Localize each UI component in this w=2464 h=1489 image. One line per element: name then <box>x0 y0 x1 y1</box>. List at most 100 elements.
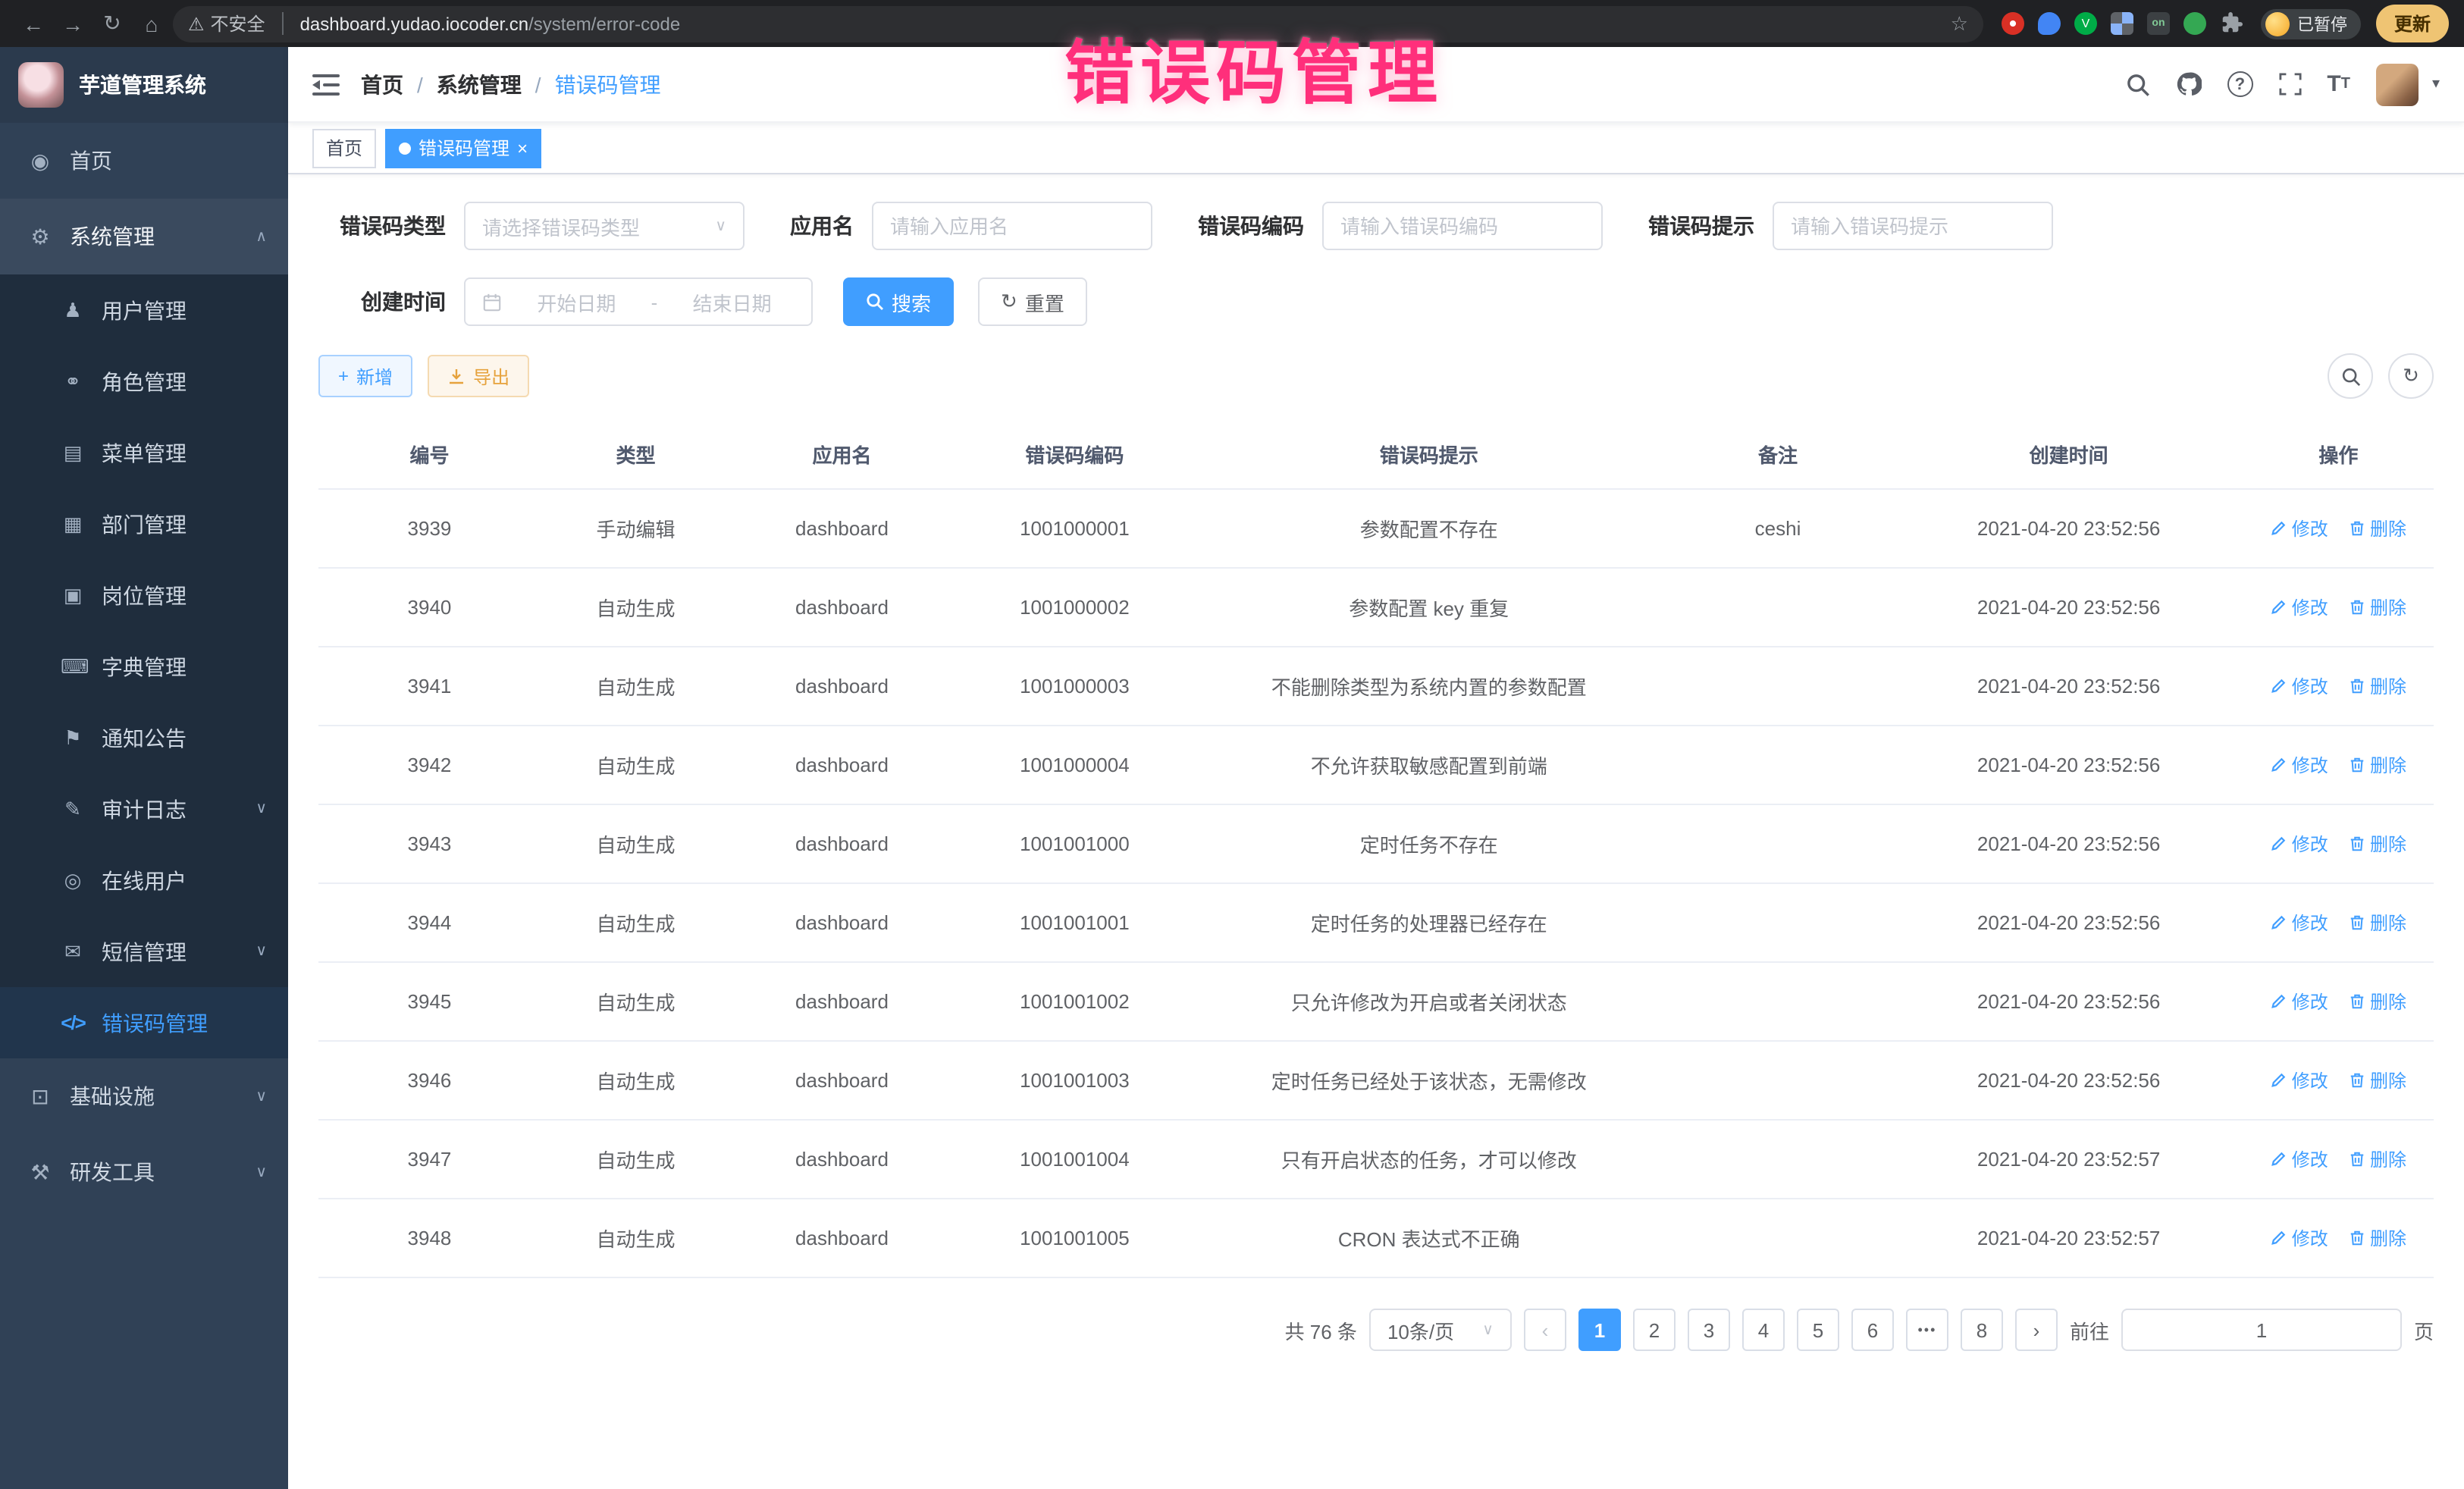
browser-forward-button[interactable]: → <box>55 7 91 40</box>
edit-link[interactable]: 修改 <box>2271 910 2328 936</box>
edit-link[interactable]: 修改 <box>2271 1067 2328 1093</box>
edit-link[interactable]: 修改 <box>2271 673 2328 699</box>
browser-back-button[interactable]: ← <box>15 7 52 40</box>
github-icon[interactable] <box>2175 71 2201 97</box>
delete-link[interactable]: 删除 <box>2349 752 2406 778</box>
sidebar-item-infrastructure[interactable]: ⊡ 基础设施 ∨ <box>0 1058 288 1134</box>
breadcrumb-item-home[interactable]: 首页 <box>361 69 403 99</box>
tab-error-code[interactable]: 错误码管理 × <box>385 128 541 168</box>
table-row: 3943 自动生成 dashboard 1001001000 定时任务不存在 2… <box>318 804 2434 883</box>
error-message-input[interactable] <box>1773 202 2053 250</box>
edit-link-label: 修改 <box>2292 673 2328 699</box>
create-time-label: 创建时间 <box>318 287 446 317</box>
cell-code: 1001001002 <box>953 962 1196 1041</box>
delete-link[interactable]: 删除 <box>2349 910 2406 936</box>
sidebar-item-system[interactable]: ⚙ 系统管理 ∧ <box>0 199 288 274</box>
page-size-select[interactable]: 10条/页 ∨ <box>1369 1309 1512 1351</box>
add-button[interactable]: + 新增 <box>318 355 412 397</box>
fullscreen-icon[interactable] <box>2278 73 2301 96</box>
date-range-picker[interactable]: 开始日期 - 结束日期 <box>464 277 813 326</box>
delete-link[interactable]: 删除 <box>2349 673 2406 699</box>
page-button-2[interactable]: 2 <box>1633 1309 1676 1351</box>
page-button-3[interactable]: 3 <box>1688 1309 1730 1351</box>
error-type-select[interactable]: 请选择错误码类型 ∨ <box>464 202 745 250</box>
close-icon[interactable]: × <box>517 139 528 157</box>
start-date-input[interactable]: 开始日期 <box>514 287 639 316</box>
delete-link[interactable]: 删除 <box>2349 1225 2406 1251</box>
edit-link[interactable]: 修改 <box>2271 989 2328 1014</box>
edit-link-label: 修改 <box>2292 1225 2328 1251</box>
reset-button[interactable]: ↻ 重置 <box>978 277 1087 326</box>
edit-link[interactable]: 修改 <box>2271 752 2328 778</box>
security-status[interactable]: ⚠ 不安全 <box>188 11 265 36</box>
font-size-icon[interactable]: TT <box>2327 71 2350 97</box>
sidebar-item-announcements[interactable]: ⚑ 通知公告 <box>0 702 288 773</box>
page-ellipsis-button[interactable]: ••• <box>1906 1309 1948 1351</box>
extension-icon-leaf[interactable] <box>2183 12 2206 35</box>
table-row: 3945 自动生成 dashboard 1001001002 只允许修改为开启或… <box>318 962 2434 1041</box>
sidebar-collapse-icon[interactable] <box>312 72 340 96</box>
page-button-1[interactable]: 1 <box>1578 1309 1621 1351</box>
sidebar-item-users[interactable]: ♟ 用户管理 <box>0 274 288 346</box>
sidebar-item-audit-log[interactable]: ✎ 审计日志 ∨ <box>0 773 288 845</box>
extension-icon-on[interactable]: on <box>2147 12 2170 35</box>
page-button-8[interactable]: 8 <box>1961 1309 2003 1351</box>
bookmark-star-icon[interactable]: ☆ <box>1951 11 1968 36</box>
search-button[interactable]: 搜索 <box>843 277 954 326</box>
export-button[interactable]: 导出 <box>428 355 529 397</box>
edit-link[interactable]: 修改 <box>2271 1146 2328 1172</box>
error-code-input[interactable] <box>1322 202 1603 250</box>
delete-link[interactable]: 删除 <box>2349 989 2406 1014</box>
search-icon[interactable] <box>2125 72 2149 96</box>
url-text[interactable]: dashboard.yudao.iocoder.cn/system/error-… <box>300 13 681 34</box>
toggle-search-button[interactable] <box>2328 353 2373 399</box>
refresh-table-button[interactable]: ↻ <box>2388 353 2434 399</box>
sidebar-item-menus[interactable]: ▤ 菜单管理 <box>0 417 288 488</box>
extension-icon-red[interactable] <box>2002 12 2024 35</box>
browser-profile-chip[interactable]: 已暂停 <box>2261 8 2361 39</box>
table-row: 3939 手动编辑 dashboard 1001000001 参数配置不存在 c… <box>318 489 2434 568</box>
browser-update-button[interactable]: 更新 <box>2376 5 2449 42</box>
extension-icon-check[interactable]: V <box>2074 12 2097 35</box>
sidebar-item-dev-tools[interactable]: ⚒ 研发工具 ∨ <box>0 1134 288 1210</box>
edit-link[interactable]: 修改 <box>2271 831 2328 857</box>
page-button-5[interactable]: 5 <box>1797 1309 1839 1351</box>
extension-icon-drop[interactable] <box>2038 12 2061 35</box>
delete-link[interactable]: 删除 <box>2349 594 2406 620</box>
edit-pencil-icon <box>2271 1072 2287 1089</box>
extension-icon-grid[interactable] <box>2111 12 2133 35</box>
chevron-up-icon: ∧ <box>255 228 267 245</box>
app-logo[interactable]: 芋道管理系统 <box>0 47 288 123</box>
delete-link[interactable]: 删除 <box>2349 1146 2406 1172</box>
page-button-4[interactable]: 4 <box>1742 1309 1785 1351</box>
tab-home[interactable]: 首页 <box>312 128 376 168</box>
extensions-puzzle-icon[interactable] <box>2220 12 2243 35</box>
next-page-button[interactable]: › <box>2015 1309 2058 1351</box>
sidebar-item-online-users[interactable]: ◎ 在线用户 <box>0 845 288 916</box>
delete-link[interactable]: 删除 <box>2349 1067 2406 1093</box>
browser-reload-button[interactable]: ↻ <box>94 7 130 40</box>
sidebar-item-error-code[interactable]: </> 错误码管理 <box>0 987 288 1058</box>
sidebar-item-home[interactable]: ◉ 首页 <box>0 123 288 199</box>
edit-link[interactable]: 修改 <box>2271 516 2328 541</box>
page-button-6[interactable]: 6 <box>1851 1309 1894 1351</box>
help-icon[interactable]: ? <box>2227 71 2252 97</box>
delete-link[interactable]: 删除 <box>2349 831 2406 857</box>
sidebar-item-sms[interactable]: ✉ 短信管理 ∨ <box>0 916 288 987</box>
delete-link[interactable]: 删除 <box>2349 516 2406 541</box>
edit-link[interactable]: 修改 <box>2271 594 2328 620</box>
prev-page-button[interactable]: ‹ <box>1524 1309 1566 1351</box>
app-name-input[interactable] <box>872 202 1152 250</box>
user-avatar[interactable] <box>2376 63 2419 105</box>
goto-page-input[interactable] <box>2121 1309 2402 1351</box>
sidebar-item-posts[interactable]: ▣ 岗位管理 <box>0 560 288 631</box>
browser-home-button[interactable]: ⌂ <box>133 7 170 40</box>
cell-app: dashboard <box>731 489 953 568</box>
sidebar-item-dictionary[interactable]: ⌨ 字典管理 <box>0 631 288 702</box>
cell-create-time: 2021-04-20 23:52:56 <box>1894 962 2243 1041</box>
sidebar-item-roles[interactable]: ⚭ 角色管理 <box>0 346 288 417</box>
sidebar-item-departments[interactable]: ▦ 部门管理 <box>0 488 288 560</box>
breadcrumb-item-system[interactable]: 系统管理 <box>437 69 522 99</box>
edit-link[interactable]: 修改 <box>2271 1225 2328 1251</box>
end-date-input[interactable]: 结束日期 <box>669 287 795 316</box>
